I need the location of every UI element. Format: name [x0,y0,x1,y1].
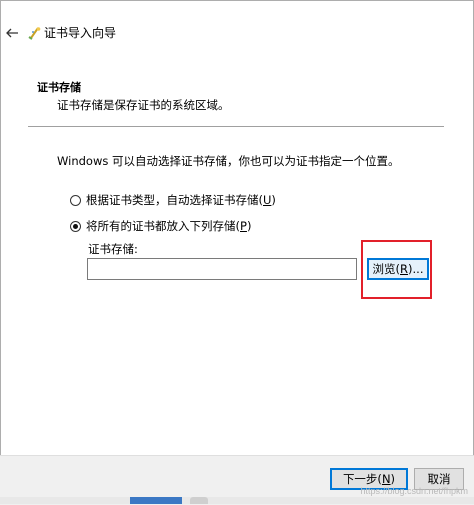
back-arrow-icon[interactable] [4,25,20,41]
title-bar: 证书导入向导 [0,0,474,68]
store-input[interactable] [87,258,357,280]
section-header: 证书存储 [37,81,81,94]
radio-auto-select-store[interactable]: 根据证书类型，自动选择证书存储(U) [70,192,276,208]
radio-button-place[interactable] [70,220,81,232]
radio-label-auto: 根据证书类型，自动选择证书存储(U) [86,193,276,207]
browse-button[interactable]: 浏览(R)... [367,258,429,280]
taskbar-strip [0,497,474,504]
radio-place-in-store[interactable]: 将所有的证书都放入下列存储(P) [70,218,251,234]
window-title: 证书导入向导 [44,26,117,40]
intro-text: Windows 可以自动选择证书存储，你也可以为证书指定一个位置。 [57,154,400,168]
header-divider [28,126,444,127]
store-field-label: 证书存储: [88,242,138,256]
section-description: 证书存储是保存证书的系统区域。 [57,98,230,112]
taskbar-item[interactable] [190,497,208,504]
taskbar-active-item[interactable] [130,497,182,504]
watermark: https://blog.csdn.net/fhpkm [360,486,468,496]
radio-button-auto[interactable] [70,194,81,206]
radio-label-place: 将所有的证书都放入下列存储(P) [86,219,252,233]
certificate-wizard-icon [28,27,41,40]
